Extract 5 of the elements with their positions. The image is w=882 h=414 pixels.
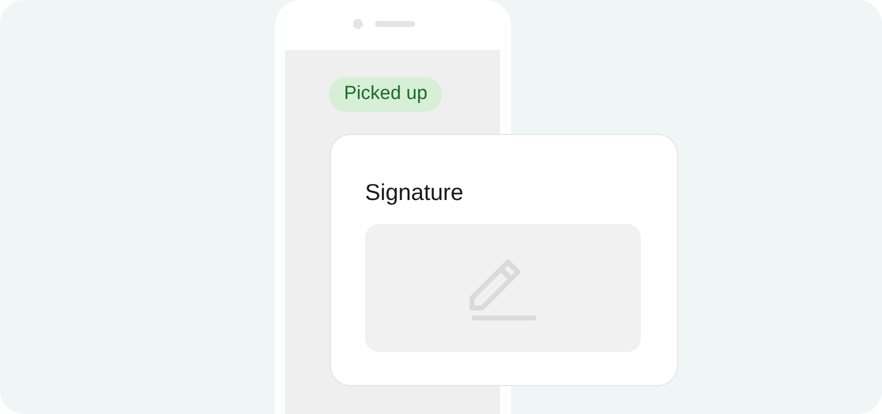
- card-title: Signature: [365, 178, 464, 207]
- signature-pad[interactable]: [365, 224, 641, 352]
- camera-icon: [353, 19, 363, 29]
- status-badge: Picked up: [329, 77, 442, 112]
- speaker-icon: [375, 21, 415, 27]
